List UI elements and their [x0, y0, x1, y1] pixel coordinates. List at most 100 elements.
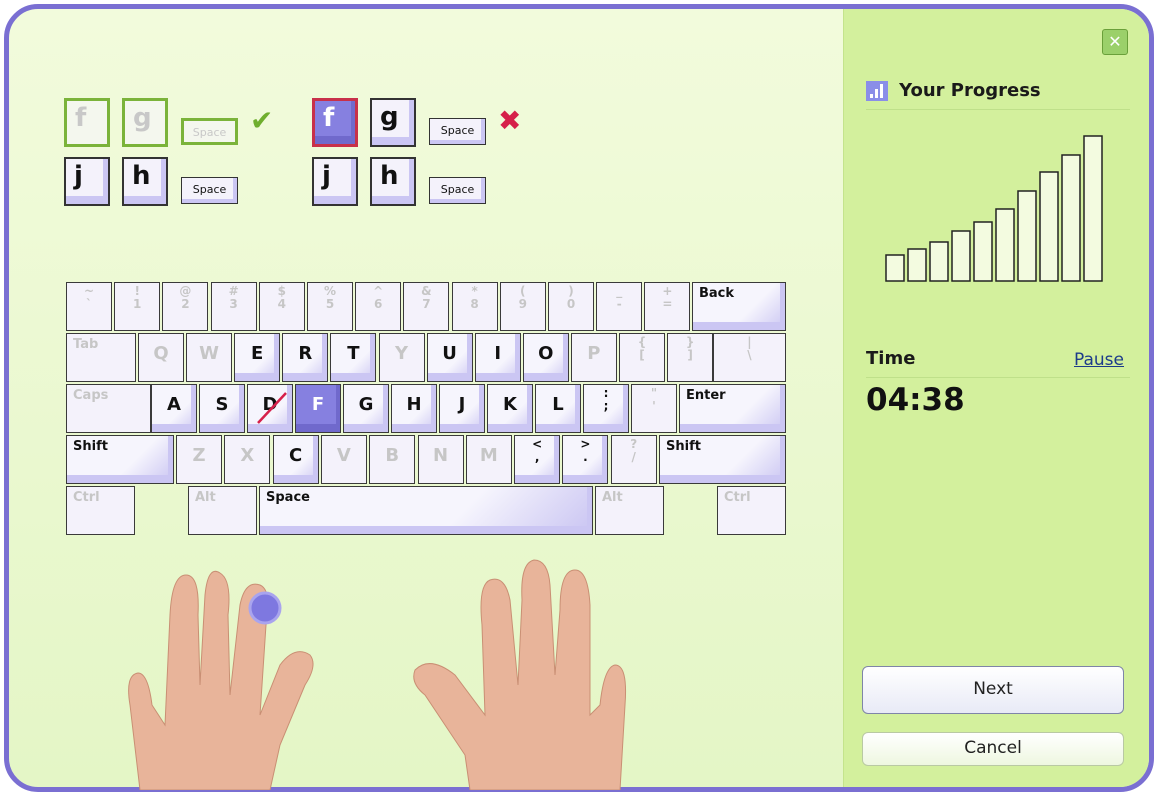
key-label: _ - [616, 284, 623, 311]
key-label: H [406, 394, 422, 415]
key-label: @ 2 [179, 284, 192, 311]
key-label: ( 9 [518, 284, 527, 311]
key-label: Space [266, 490, 310, 505]
key-5: % 5 [307, 282, 353, 331]
key-v: V [320, 435, 367, 484]
key-q: Q [138, 333, 184, 382]
key-c: C [272, 435, 319, 484]
key-label: I [494, 343, 502, 364]
key-alt: Alt [595, 486, 664, 535]
finger-indicator [248, 591, 282, 625]
key-label: ^ 6 [373, 284, 384, 311]
progress-bar [973, 221, 993, 282]
exercise-key: j [64, 157, 110, 206]
key-caps: Caps [66, 384, 151, 433]
key-label: T [347, 343, 360, 364]
progress-bar [1061, 154, 1081, 282]
key-enter: Enter [679, 384, 786, 433]
exercise-key: j [312, 157, 358, 206]
bar-chart-icon [866, 80, 888, 101]
key-shift: Shift [659, 435, 786, 484]
key-label: U [442, 343, 457, 364]
key-label: R [298, 343, 313, 364]
pause-link[interactable]: Pause [1074, 350, 1124, 370]
hands-image [128, 559, 626, 790]
progress-title: Your Progress [899, 80, 1041, 101]
key-symbol: ? / [610, 435, 657, 484]
cancel-button[interactable]: Cancel [862, 732, 1124, 766]
key-symbol: { [ [619, 333, 665, 382]
key-k: K [487, 384, 533, 433]
key-y: Y [378, 333, 425, 382]
key-shift: Shift [66, 435, 174, 484]
key-label: Ctrl [724, 490, 751, 505]
key-6: ^ 6 [355, 282, 402, 331]
key-j: J [439, 384, 485, 433]
key-4: $ 4 [258, 282, 305, 331]
key-label: } ] [685, 335, 695, 362]
key-label: B [385, 445, 400, 466]
key-ctrl: Ctrl [717, 486, 786, 535]
key-label: > . [580, 437, 591, 464]
key-label: F [311, 394, 325, 415]
key-symbol: < , [514, 435, 561, 484]
key-label: ? / [630, 437, 638, 464]
key-label: K [503, 394, 517, 415]
key-symbol: } ] [667, 333, 714, 382]
exercise-key: h [370, 157, 416, 206]
key-symbol: | \ [713, 333, 786, 382]
key-9: ( 9 [499, 282, 546, 331]
key-label: Alt [195, 490, 216, 505]
progress-bar [907, 248, 927, 282]
key-label: S [215, 394, 229, 415]
key-f: F [295, 384, 341, 433]
key-label: % 5 [323, 284, 337, 311]
key-p: P [570, 333, 617, 382]
key-label: + = [662, 284, 673, 311]
key-label: M [479, 445, 498, 466]
key-2: @ 2 [162, 282, 209, 331]
key-label: & 7 [421, 284, 432, 311]
progress-bar [995, 208, 1015, 282]
key-space: Space [259, 486, 593, 535]
key-label: J [458, 394, 466, 415]
key-label: * 8 [470, 284, 479, 311]
key-label: ~ ` [83, 284, 95, 311]
exercise-key: h [122, 157, 168, 206]
cross-icon: ✖ [498, 104, 522, 137]
checkmark-icon: ✔ [250, 104, 274, 137]
progress-chart [885, 135, 1103, 282]
exercise-key: g [122, 98, 168, 147]
close-button[interactable]: ✕ [1102, 29, 1128, 55]
key-z: Z [176, 435, 222, 484]
key-label: L [552, 394, 564, 415]
progress-bar [1083, 135, 1103, 282]
key-label: Ctrl [73, 490, 100, 505]
progress-bar [1039, 171, 1059, 282]
key-label: X [240, 445, 255, 466]
key-n: N [417, 435, 464, 484]
exercise-space-key: Space [429, 118, 486, 145]
key-label: Caps [73, 388, 109, 403]
key-symbol: " ' [631, 384, 677, 433]
key-7: & 7 [403, 282, 450, 331]
key-b: B [369, 435, 416, 484]
key-symbol: ~ ` [66, 282, 112, 331]
key-label: ! 1 [133, 284, 142, 311]
key-label: Tab [73, 337, 99, 352]
progress-bar [929, 241, 949, 282]
key-label: Back [699, 286, 735, 301]
key-label: Y [394, 343, 409, 364]
key-label: N [432, 445, 449, 466]
key-d: D [247, 384, 293, 433]
key-e: E [234, 333, 281, 382]
key-label: A [167, 394, 181, 415]
progress-bar [885, 254, 905, 282]
key-label: Shift [73, 439, 108, 454]
next-button[interactable]: Next [862, 666, 1124, 714]
key-label: $ 4 [277, 284, 286, 311]
key-l: L [535, 384, 581, 433]
key-r: R [282, 333, 329, 382]
key-symbol: + = [644, 282, 691, 331]
key-symbol: : ; [583, 384, 629, 433]
